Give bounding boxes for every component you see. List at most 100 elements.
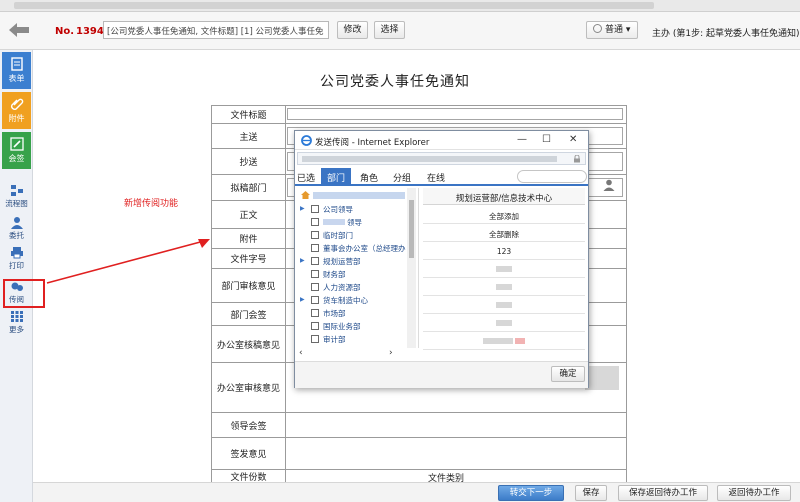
user-picker-icon[interactable]: [603, 179, 615, 194]
form-row-leader-countersign: 领导会签: [211, 413, 627, 438]
sidebar-label-countersign: 会签: [8, 154, 25, 163]
sidebar-tile-attachment[interactable]: 附件: [2, 92, 31, 129]
blurred-name: [496, 266, 512, 272]
form-label: 领导会签: [212, 413, 286, 437]
flowchart-icon: [10, 185, 23, 196]
doc-title-input[interactable]: [公司党委人事任免通知, 文件标题] [1] 公司党委人事任免: [103, 21, 329, 39]
tree-item[interactable]: 领导: [297, 216, 415, 228]
form-label: 文件字号: [212, 249, 286, 268]
tree-item[interactable]: ▶ 货车制造中心: [297, 294, 415, 306]
form-label: 办公室核稿意见: [212, 326, 286, 362]
priority-value: 普通: [605, 25, 624, 35]
list-item[interactable]: 123: [423, 242, 585, 260]
circulate-highlight-box: [3, 279, 45, 308]
annotation-text: 新增传阅功能: [124, 199, 179, 209]
sidebar-item-delegate[interactable]: 委托: [0, 216, 33, 241]
tab-group[interactable]: 分组: [393, 171, 411, 184]
edit-pen-icon: [9, 137, 24, 151]
add-all-row[interactable]: 全部添加: [423, 206, 585, 224]
form-row-issue-opinion: 签发意见: [211, 438, 627, 470]
paperclip-icon: [10, 98, 23, 110]
tree-horizontal-scrollbar[interactable]: ‹ ›: [297, 348, 417, 360]
maximize-icon[interactable]: ☐: [542, 134, 551, 145]
browser-address-bar[interactable]: [0, 0, 800, 12]
tab-selected[interactable]: 已选: [297, 171, 315, 184]
tree-item[interactable]: 国际业务部: [297, 320, 415, 332]
save-return-button[interactable]: 保存返回待办工作: [618, 485, 708, 501]
sidebar-item-print[interactable]: 打印: [0, 246, 33, 271]
submit-next-step-button[interactable]: 转交下一步: [498, 485, 564, 501]
dialog-tabs: 已选 部门 角色 分组 在线: [295, 168, 588, 186]
address-url-blurred: [14, 2, 654, 9]
select-button[interactable]: 选择: [374, 21, 405, 39]
list-item[interactable]: [423, 332, 585, 350]
dialog-titlebar: 发送传阅 - Internet Explorer — ☐ ✕: [295, 131, 588, 150]
sidebar-label-form: 表单: [8, 74, 25, 83]
expand-icon[interactable]: ▶: [300, 257, 305, 264]
checkbox[interactable]: [311, 218, 319, 226]
step-info: 主办 (第1步: 起草党委人事任免通知): [652, 29, 800, 39]
tab-role[interactable]: 角色: [360, 171, 378, 184]
form-label: 正文: [212, 201, 286, 228]
tree-item[interactable]: 审计部: [297, 333, 415, 345]
grid-icon: [10, 311, 23, 322]
checkbox[interactable]: [311, 283, 319, 291]
checkbox[interactable]: [311, 257, 319, 265]
sidebar-tile-countersign[interactable]: 会签: [2, 132, 31, 169]
list-item[interactable]: [423, 296, 585, 314]
checkbox[interactable]: [311, 231, 319, 239]
save-button[interactable]: 保存: [575, 485, 607, 501]
issue-opinion-field[interactable]: [287, 441, 623, 466]
blurred-tag: [515, 338, 525, 344]
minimize-icon[interactable]: —: [517, 134, 527, 145]
sidebar-item-more[interactable]: 更多: [0, 310, 33, 335]
tree-vertical-scrollbar[interactable]: [407, 188, 416, 348]
tree-item[interactable]: ▶ 公司领导: [297, 203, 415, 215]
remove-all-row[interactable]: 全部删除: [423, 224, 585, 242]
tab-department[interactable]: 部门: [321, 168, 352, 186]
printer-icon: [10, 247, 23, 259]
form-label: 拟稿部门: [212, 175, 286, 200]
checkbox[interactable]: [311, 244, 319, 252]
checkbox[interactable]: [311, 296, 319, 304]
checkbox[interactable]: [311, 309, 319, 317]
expand-icon[interactable]: ▶: [300, 296, 305, 303]
list-item[interactable]: [423, 278, 585, 296]
checkbox[interactable]: [311, 322, 319, 330]
return-button[interactable]: 返回待办工作: [717, 485, 791, 501]
priority-select[interactable]: 普通 ▾: [586, 21, 638, 39]
home-icon: [301, 191, 310, 199]
tree-item[interactable]: ▶ 规划运营部: [297, 255, 415, 267]
dialog-address-bar[interactable]: [297, 152, 586, 165]
tree-item[interactable]: 财务部: [297, 268, 415, 280]
list-header: 规划运营部/信息技术中心: [423, 188, 585, 205]
checkbox[interactable]: [311, 335, 319, 343]
office-review-gray-block: [585, 366, 619, 390]
sidebar-tile-form[interactable]: 表单: [2, 52, 31, 89]
dialog-title: 发送传阅 - Internet Explorer: [315, 138, 430, 148]
edit-button[interactable]: 修改: [337, 21, 368, 39]
tree-item[interactable]: 临时部门: [297, 229, 415, 241]
chevron-left-icon[interactable]: ‹: [299, 348, 303, 358]
ok-button[interactable]: 确定: [551, 366, 585, 382]
dialog-search-input[interactable]: [517, 170, 587, 183]
leader-countersign-field[interactable]: [287, 416, 623, 434]
sidebar-item-flowchart[interactable]: 流程图: [0, 184, 33, 209]
title-field[interactable]: [287, 108, 623, 120]
expand-icon[interactable]: ▶: [300, 205, 305, 212]
back-arrow-icon[interactable]: [8, 22, 30, 38]
tree-item[interactable]: 人力资源部: [297, 281, 415, 293]
sidebar-label-attachment: 附件: [8, 114, 25, 123]
checkbox[interactable]: [311, 270, 319, 278]
sidebar-label-delegate: 委托: [9, 231, 24, 240]
checkbox[interactable]: [311, 205, 319, 213]
chevron-right-icon[interactable]: ›: [389, 348, 393, 358]
list-item[interactable]: [423, 260, 585, 278]
tree-root[interactable]: [299, 189, 411, 201]
scrollbar-thumb[interactable]: [409, 200, 414, 258]
tree-item[interactable]: 市场部: [297, 307, 415, 319]
tree-item[interactable]: 董事会办公室（总经理办: [297, 242, 415, 254]
close-icon[interactable]: ✕: [569, 134, 577, 145]
list-item[interactable]: [423, 314, 585, 332]
tab-online[interactable]: 在线: [427, 171, 445, 184]
